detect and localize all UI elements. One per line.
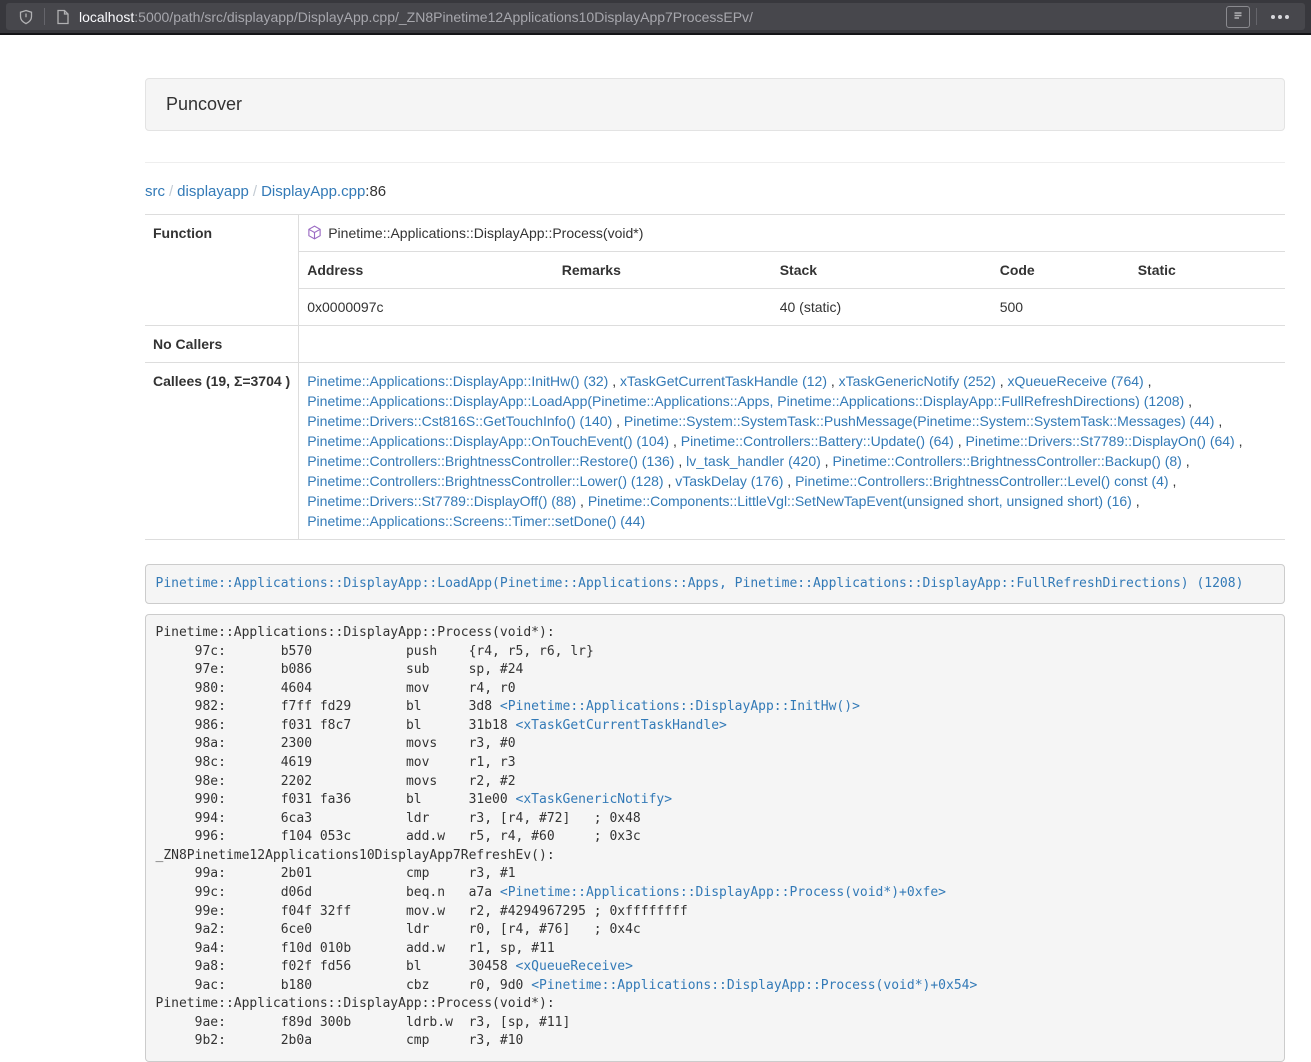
column-header-address: Address — [299, 252, 554, 289]
table-row: Function Pinetime::Applications::Display… — [145, 215, 1285, 252]
callee-separator: , — [783, 473, 795, 489]
callee-link[interactable]: Pinetime::Controllers::BrightnessControl… — [307, 453, 674, 469]
asm-symbol-link[interactable]: <xTaskGetCurrentTaskHandle> — [516, 718, 727, 733]
callee-separator: , — [669, 433, 681, 449]
function-name-cell: Pinetime::Applications::DisplayApp::Proc… — [299, 215, 1285, 252]
browser-toolbar: localhost:5000/path/src/displayapp/Displ… — [0, 0, 1311, 35]
callee-link[interactable]: Pinetime::Applications::DisplayApp::Load… — [307, 393, 1184, 409]
static-value — [1130, 289, 1285, 326]
callee-link[interactable]: xQueueReceive (764) — [1008, 373, 1144, 389]
callee-separator: , — [1169, 473, 1177, 489]
asm-symbol-link[interactable]: <Pinetime::Applications::DisplayApp::Ini… — [500, 699, 860, 714]
callee-separator: , — [1235, 433, 1243, 449]
callee-separator: , — [1184, 393, 1192, 409]
app-header-panel: Puncover — [145, 78, 1285, 131]
callee-separator: , — [674, 453, 686, 469]
callee-link[interactable]: xTaskGenericNotify (252) — [839, 373, 996, 389]
page-icon[interactable] — [51, 5, 75, 29]
breadcrumb-file[interactable]: DisplayApp.cpp — [261, 183, 365, 200]
table-row: 0x0000097c 40 (static) 500 — [145, 289, 1285, 326]
callee-link[interactable]: Pinetime::Components::LittleVgl::SetNewT… — [588, 493, 1132, 509]
url-bar[interactable]: localhost:5000/path/src/displayapp/Displ… — [6, 3, 1305, 30]
column-header-remarks: Remarks — [554, 252, 772, 289]
breadcrumb-separator: / — [249, 183, 261, 200]
stack-value: 40 (static) — [772, 289, 992, 326]
brand-link[interactable]: Puncover — [166, 94, 242, 114]
reader-mode-icon[interactable] — [1226, 6, 1250, 28]
callee-link[interactable]: lv_task_handler (420) — [686, 453, 821, 469]
address-value: 0x0000097c — [299, 289, 554, 326]
loadapp-symbol-link[interactable]: Pinetime::Applications::DisplayApp::Load… — [156, 576, 1244, 591]
remarks-value — [554, 289, 772, 326]
callee-separator: , — [576, 493, 588, 509]
url-path: :5000/path/src/displayapp/DisplayApp.cpp… — [134, 9, 753, 25]
column-header-static: Static — [1130, 252, 1285, 289]
no-callers-cell — [299, 326, 1285, 363]
callee-separator: , — [612, 413, 624, 429]
breadcrumb: src/displayapp/DisplayApp.cpp:86 — [145, 183, 1285, 200]
callee-separator: , — [954, 433, 966, 449]
callee-link[interactable]: Pinetime::Applications::Screens::Timer::… — [307, 513, 645, 529]
function-detail-table: Function Pinetime::Applications::Display… — [145, 214, 1285, 540]
callee-separator: , — [827, 373, 839, 389]
callee-link[interactable]: Pinetime::Controllers::BrightnessControl… — [795, 473, 1168, 489]
breadcrumb-separator: / — [165, 183, 177, 200]
disassembly-pre: Pinetime::Applications::DisplayApp::Proc… — [145, 614, 1285, 1062]
divider — [145, 162, 1285, 163]
url-text[interactable]: localhost:5000/path/src/displayapp/Displ… — [79, 9, 1226, 25]
callee-link[interactable]: Pinetime::Controllers::Battery::Update()… — [681, 433, 954, 449]
callee-link[interactable]: Pinetime::Drivers::St7789::DisplayOff() … — [307, 493, 576, 509]
highlighted-symbol-box: Pinetime::Applications::DisplayApp::Load… — [145, 564, 1285, 604]
breadcrumb-line-number: :86 — [365, 183, 386, 200]
urlbar-divider — [44, 8, 45, 25]
page-actions-icon[interactable] — [1263, 15, 1297, 19]
callee-separator: , — [821, 453, 833, 469]
column-header-stack: Stack — [772, 252, 992, 289]
asm-symbol-link[interactable]: <Pinetime::Applications::DisplayApp::Pro… — [531, 978, 977, 993]
callee-link[interactable]: Pinetime::Controllers::BrightnessControl… — [307, 473, 663, 489]
callees-list: Pinetime::Applications::DisplayApp::Init… — [299, 363, 1285, 540]
breadcrumb-displayapp[interactable]: displayapp — [177, 183, 249, 200]
callee-link[interactable]: vTaskDelay (176) — [675, 473, 783, 489]
callee-separator: , — [996, 373, 1008, 389]
asm-symbol-link[interactable]: <xTaskGenericNotify> — [516, 792, 673, 807]
function-row-label: Function — [145, 215, 299, 326]
asm-symbol-link[interactable]: <Pinetime::Applications::DisplayApp::Pro… — [500, 885, 946, 900]
table-header-row: Address Remarks Stack Code Static — [145, 252, 1285, 289]
asm-symbol-link[interactable]: <xQueueReceive> — [516, 959, 633, 974]
callee-link[interactable]: Pinetime::Applications::DisplayApp::Init… — [307, 373, 608, 389]
page-content: Puncover src/displayapp/DisplayApp.cpp:8… — [145, 78, 1285, 1062]
callees-row: Callees (19, Σ=3704 ) Pinetime::Applicat… — [145, 363, 1285, 540]
callee-link[interactable]: Pinetime::Applications::DisplayApp::OnTo… — [307, 433, 669, 449]
urlbar-divider-right — [1256, 8, 1257, 25]
callee-separator: , — [1182, 453, 1190, 469]
callee-separator: , — [608, 373, 620, 389]
breadcrumb-src[interactable]: src — [145, 183, 165, 200]
callee-link[interactable]: Pinetime::Drivers::St7789::DisplayOn() (… — [966, 433, 1235, 449]
no-callers-label: No Callers — [145, 326, 299, 363]
callee-separator: , — [1214, 413, 1222, 429]
callee-separator: , — [1144, 373, 1152, 389]
callee-separator: , — [664, 473, 676, 489]
callee-separator: , — [1132, 493, 1140, 509]
callees-label: Callees (19, Σ=3704 ) — [145, 363, 299, 540]
no-callers-row: No Callers — [145, 326, 1285, 363]
column-header-code: Code — [992, 252, 1130, 289]
callee-link[interactable]: Pinetime::Drivers::Cst816S::GetTouchInfo… — [307, 413, 612, 429]
code-size-value: 500 — [992, 289, 1130, 326]
function-name: Pinetime::Applications::DisplayApp::Proc… — [328, 225, 643, 241]
callee-link[interactable]: xTaskGetCurrentTaskHandle (12) — [620, 373, 827, 389]
callee-link[interactable]: Pinetime::Controllers::BrightnessControl… — [832, 453, 1181, 469]
url-host: localhost — [79, 9, 134, 25]
shield-icon[interactable] — [14, 5, 38, 29]
callee-link[interactable]: Pinetime::System::SystemTask::PushMessag… — [624, 413, 1215, 429]
function-cube-icon — [307, 225, 322, 240]
